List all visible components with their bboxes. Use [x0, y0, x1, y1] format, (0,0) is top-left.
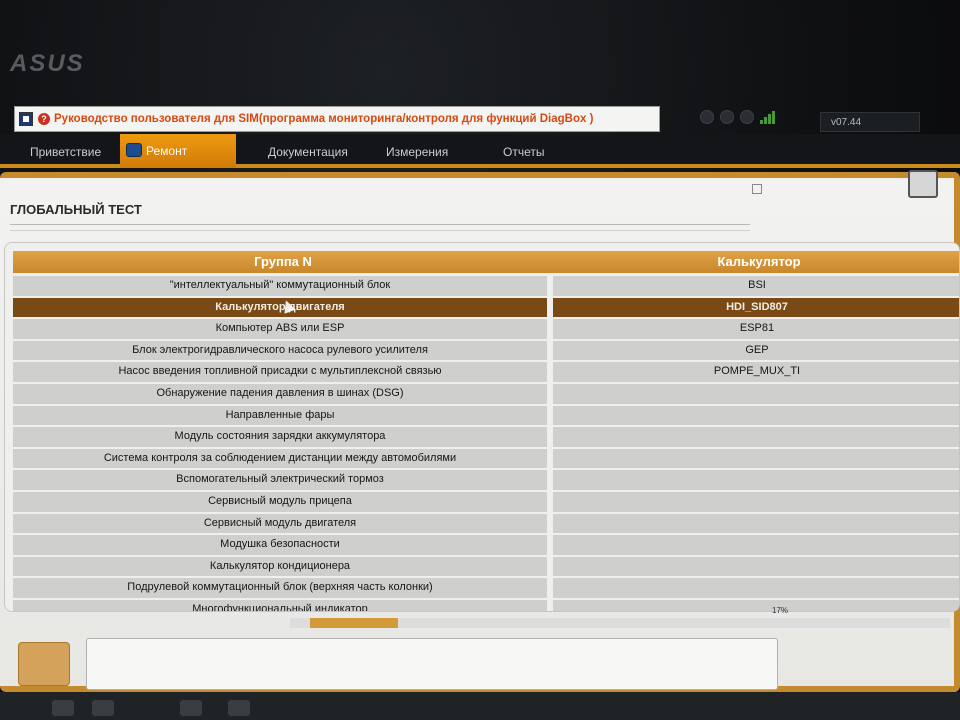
divider	[10, 224, 750, 225]
ie-icon[interactable]	[52, 700, 74, 716]
main-tabs: Приветствие Ремонт Документация Измерени…	[0, 134, 960, 168]
home-icon[interactable]	[720, 110, 734, 124]
tab-measurements[interactable]: Измерения	[386, 140, 448, 164]
divider	[10, 230, 750, 231]
table-row[interactable]: Обнаружение падения давления в шинах (DS…	[13, 383, 959, 405]
cell-group: Насос введения топливной присадки с муль…	[13, 362, 547, 382]
cell-calculator	[553, 599, 959, 611]
table-row[interactable]: "интеллектуальный" коммутационный блок BS…	[13, 275, 959, 297]
message-area	[86, 638, 778, 690]
cell-group: Сервисный модуль прицепа	[13, 491, 547, 512]
cell-calculator	[553, 556, 959, 577]
col-header-calculator[interactable]: Калькулятор	[557, 251, 959, 273]
repair-icon	[126, 143, 142, 157]
cell-calculator: GEP	[553, 340, 959, 361]
table-row[interactable]: Многофункциональный индикатор	[13, 599, 959, 611]
cell-calculator	[553, 513, 959, 534]
cell-group: Модуль состояния зарядки аккумулятора	[13, 427, 547, 447]
cell-group: Калькулятор двигателя	[13, 297, 547, 318]
table-header: Группа N Калькулятор	[13, 251, 959, 273]
action-button[interactable]	[18, 642, 70, 686]
window-titlebar: ? Руководство пользователя для SIM(прогр…	[14, 106, 660, 132]
table-row[interactable]: Сервисный модуль прицепа	[13, 491, 959, 513]
cell-group: Модушка безопасности	[13, 535, 547, 555]
cell-group: Направленные фары	[13, 405, 547, 426]
cell-group: Многофункциональный индикатор	[13, 599, 547, 611]
corner-button[interactable]	[908, 170, 938, 198]
progress-fill	[310, 618, 399, 628]
cell-calculator	[553, 470, 959, 490]
cell-group: Компьютер ABS или ESP	[13, 319, 547, 339]
col-header-group[interactable]: Группа N	[13, 251, 553, 273]
cell-calculator: BSI	[553, 276, 959, 296]
table-row[interactable]: Вспомогательный электрический тормоз	[13, 469, 959, 491]
table-row[interactable]: Модушка безопасности	[13, 534, 959, 556]
table-row[interactable]: Направленные фары	[13, 405, 959, 427]
table-row[interactable]: Модуль состояния зарядки аккумулятора	[13, 426, 959, 448]
cell-calculator	[553, 578, 959, 598]
folder-icon[interactable]	[92, 700, 114, 716]
tab-documentation[interactable]: Документация	[268, 140, 348, 164]
signal-icon	[760, 110, 775, 124]
table-row[interactable]: Система контроля за соблюдением дистанци…	[13, 448, 959, 470]
cell-group: Вспомогательный электрический тормоз	[13, 470, 547, 490]
table-row[interactable]: Блок электрогидравлического насоса рулев…	[13, 340, 959, 362]
progress-label: 17%	[772, 606, 789, 615]
cell-calculator: HDI_SID807	[553, 297, 959, 318]
screen: ASUS ? Руководство пользователя для SIM(…	[0, 0, 960, 720]
version-label: v07.44	[820, 112, 920, 132]
toolbar-icons	[700, 110, 775, 124]
table-row[interactable]: Подрулевой коммутационный блок (верхняя …	[13, 577, 959, 599]
cell-group: Обнаружение падения давления в шинах (DS…	[13, 383, 547, 404]
tab-repair[interactable]: Ремонт	[120, 134, 236, 168]
table-row[interactable]: Сервисный модуль двигателя	[13, 513, 959, 535]
content-panel: ГЛОБАЛЬНЫЙ ТЕСТ Группа N Калькулятор "ин…	[0, 170, 960, 692]
cell-calculator: ESP81	[553, 319, 959, 339]
cell-calculator	[553, 491, 959, 512]
taskbar	[0, 692, 960, 720]
brand-logo: ASUS	[10, 50, 85, 77]
back-icon[interactable]	[700, 110, 714, 124]
table-body: "интеллектуальный" коммутационный блок BS…	[13, 275, 959, 611]
app-taskbar-icon[interactable]	[228, 700, 250, 716]
table-row[interactable]: Калькулятор кондиционера	[13, 556, 959, 578]
tab-reports[interactable]: Отчеты	[503, 140, 544, 164]
table-row[interactable]: Калькулятор двигателя HDI_SID807	[13, 297, 959, 319]
tab-welcome[interactable]: Приветствие	[30, 140, 101, 164]
cell-calculator: POMPE_MUX_TI	[553, 362, 959, 382]
progress-bar	[290, 618, 950, 628]
tab-repair-label: Ремонт	[146, 144, 188, 158]
page-title: ГЛОБАЛЬНЫЙ ТЕСТ	[10, 202, 142, 217]
cell-group: Калькулятор кондиционера	[13, 556, 547, 577]
ecu-table: Группа N Калькулятор "интеллектуальный" …	[4, 242, 960, 612]
cell-calculator	[553, 535, 959, 555]
help-icon[interactable]: ?	[38, 113, 50, 125]
cell-group: Сервисный модуль двигателя	[13, 513, 547, 534]
cell-calculator	[553, 383, 959, 404]
app-icon	[19, 112, 33, 126]
skype-icon[interactable]	[180, 700, 202, 716]
table-row[interactable]: Насос введения топливной присадки с муль…	[13, 361, 959, 383]
cell-calculator	[553, 427, 959, 447]
cell-group: Система контроля за соблюдением дистанци…	[13, 448, 547, 469]
refresh-icon[interactable]	[740, 110, 754, 124]
small-checkbox-icon[interactable]	[752, 184, 762, 194]
cell-group: "интеллектуальный" коммутационный блок	[13, 276, 547, 296]
table-row[interactable]: Компьютер ABS или ESP ESP81	[13, 318, 959, 340]
cell-calculator	[553, 448, 959, 469]
cell-group: Блок электрогидравлического насоса рулев…	[13, 340, 547, 361]
window-title: Руководство пользователя для SIM(програм…	[54, 113, 594, 125]
cell-group: Подрулевой коммутационный блок (верхняя …	[13, 578, 547, 598]
cell-calculator	[553, 405, 959, 426]
